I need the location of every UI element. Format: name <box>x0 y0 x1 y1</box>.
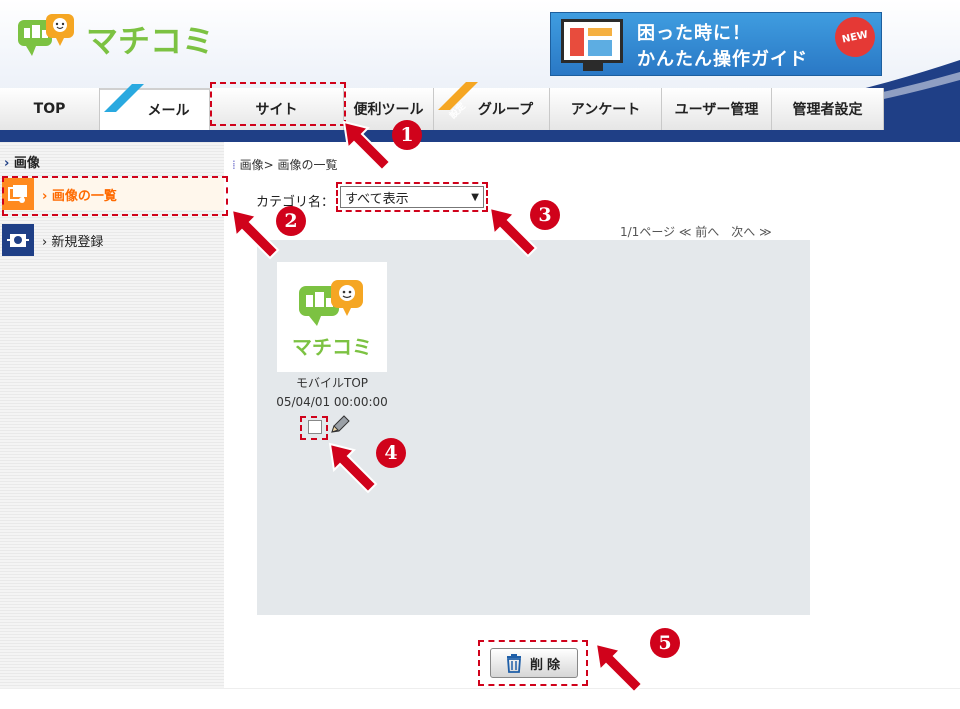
image-title: モバイルTOP <box>295 376 368 390</box>
annotation-number-5: 5 <box>650 628 680 658</box>
guide-banner[interactable]: 困った時に！ かんたん操作ガイド NEW <box>550 12 882 76</box>
new-image-icon <box>2 224 34 256</box>
annotation-number-1: 1 <box>392 120 422 150</box>
breadcrumb: ⁞ 画像> 画像の一覧 <box>232 158 338 172</box>
tab-admin-settings[interactable]: 管理者設定 <box>772 88 884 130</box>
sidebar-item-image-list[interactable]: › 画像の一覧 <box>2 178 224 210</box>
chevron-right-icon: › <box>4 156 10 171</box>
footer-space <box>0 688 960 709</box>
monitor-icon <box>561 19 623 63</box>
svg-text:マチコミ: マチコミ <box>292 335 372 359</box>
app-logo[interactable]: マチコミ <box>16 12 246 64</box>
tab-mail[interactable]: 運用 メール <box>100 84 210 130</box>
tab-survey[interactable]: アンケート <box>550 88 662 130</box>
annotation-number-3: 3 <box>530 200 560 230</box>
tab-group[interactable]: 設定 グループ <box>434 82 550 130</box>
image-date: 05/04/01 00:00:00 <box>276 395 388 409</box>
image-select-checkbox[interactable] <box>308 420 322 434</box>
logo-icon: マチコミ <box>18 14 214 60</box>
logo-thumbnail-icon: マチコミ <box>292 280 372 359</box>
category-select[interactable]: すべて表示 ▼ <box>340 186 484 208</box>
annotation-number-4: 4 <box>376 438 406 468</box>
tab-top[interactable]: TOP <box>0 88 100 130</box>
sidebar-item-label: › 新規登録 <box>42 234 104 250</box>
edit-pencil-icon[interactable] <box>328 414 352 436</box>
tab-user-management[interactable]: ユーザー管理 <box>662 88 772 130</box>
nav-strip <box>0 130 960 142</box>
delete-button[interactable]: 削除 <box>490 648 578 678</box>
annotation-number-2: 2 <box>276 206 306 236</box>
sidebar-item-label: › 画像の一覧 <box>42 188 117 204</box>
annotation-arrow-icon <box>342 120 392 172</box>
dropdown-arrow-icon: ▼ <box>471 191 479 203</box>
svg-text:マチコミ: マチコミ <box>86 22 214 60</box>
breadcrumb-marker-icon: ⁞ <box>232 158 236 172</box>
tab-site[interactable]: サイト <box>210 88 344 130</box>
banner-line-1: 困った時に！ <box>637 23 751 44</box>
new-badge: NEW <box>831 13 879 61</box>
sidebar-title: › 画像 <box>4 156 40 171</box>
sidebar-item-new-registration[interactable]: › 新規登録 <box>2 224 224 256</box>
trash-icon <box>506 654 521 673</box>
image-list-icon <box>2 178 34 210</box>
image-thumbnail[interactable]: マチコミ <box>277 262 387 372</box>
main-tab-bar: TOP 運用 メール サイト 便利ツール 設定 グループ アンケート ユーザー管… <box>0 82 884 130</box>
pager: 1/1ページ ≪ 前へ 次へ ≫ <box>620 225 772 239</box>
banner-line-2: かんたん操作ガイド <box>637 49 808 70</box>
annotation-arrow-icon <box>594 642 644 694</box>
